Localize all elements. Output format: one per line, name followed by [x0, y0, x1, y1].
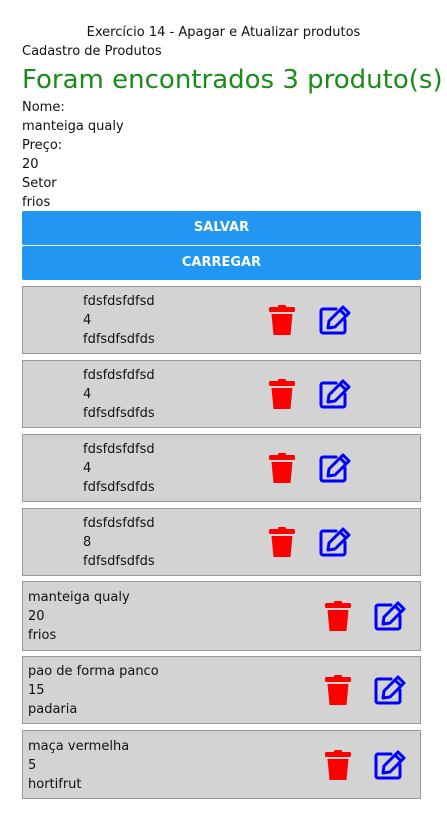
product-info: fdsfdsfdfsd 4 fdfsdfsdfds — [83, 292, 155, 349]
trash-icon[interactable] — [325, 675, 351, 705]
product-card: fdsfdsfdfsd 4 fdfsdfsdfds — [22, 286, 421, 354]
product-card: pao de forma panco 15 padaria — [22, 656, 421, 724]
name-value: manteiga qualy — [22, 119, 124, 134]
product-sector: hortifrut — [28, 776, 82, 792]
product-price: 4 — [83, 387, 92, 402]
product-sector: padaria — [28, 702, 78, 717]
product-info: fdsfdsfdfsd 4 fdfsdfsdfds — [83, 440, 155, 497]
product-price: 4 — [83, 461, 92, 476]
product-card: manteiga qualy 20 frios — [22, 581, 421, 651]
trash-icon[interactable] — [269, 453, 295, 483]
load-button[interactable]: CARREGAR — [22, 246, 421, 280]
product-info: fdsfdsfdfsd 4 fdfsdfsdfds — [83, 366, 155, 423]
product-price: 20 — [28, 609, 45, 624]
price-label: Preço: — [22, 138, 63, 153]
product-name: manteiga qualy — [28, 590, 130, 605]
product-name: maça vermelha — [28, 738, 130, 754]
product-info: manteiga qualy 20 frios — [28, 588, 130, 645]
product-sector: fdfsdfsdfds — [83, 406, 155, 421]
edit-icon[interactable] — [374, 601, 406, 631]
product-price: 8 — [83, 535, 92, 550]
product-name: fdsfdsfdfsd — [83, 294, 155, 309]
name-label: Nome: — [22, 100, 65, 115]
edit-icon[interactable] — [374, 675, 406, 705]
product-sector: fdfsdfsdfds — [83, 332, 155, 347]
price-value: 20 — [22, 157, 39, 172]
product-card: fdsfdsfdfsd 4 fdfsdfsdfds — [22, 360, 421, 428]
product-info: maça vermelha 5 hortifrut — [28, 737, 129, 794]
product-name: pao de forma panco — [28, 664, 159, 679]
product-card: fdsfdsfdfsd 8 fdfsdfsdfds — [22, 508, 421, 576]
trash-icon[interactable] — [269, 527, 295, 557]
trash-icon[interactable] — [325, 601, 351, 631]
product-sector: fdfsdfsdfds — [83, 480, 155, 495]
product-price: 4 — [83, 313, 92, 328]
product-price: 15 — [28, 683, 45, 698]
product-price: 5 — [28, 757, 37, 773]
trash-icon[interactable] — [325, 749, 351, 780]
product-card: fdsfdsfdfsd 4 fdfsdfsdfds — [22, 434, 421, 502]
product-sector: fdfsdfsdfds — [83, 554, 155, 569]
edit-icon[interactable] — [319, 379, 351, 409]
product-card: maça vermelha 5 hortifrut — [22, 730, 421, 799]
product-sector: frios — [28, 628, 57, 643]
sector-value: frios — [22, 195, 51, 210]
trash-icon[interactable] — [269, 305, 295, 335]
result-heading: Foram encontrados 3 produto(s) — [22, 65, 443, 95]
edit-icon[interactable] — [374, 750, 406, 780]
product-name: fdsfdsfdfsd — [83, 442, 155, 457]
edit-icon[interactable] — [319, 527, 351, 557]
save-button[interactable]: SALVAR — [22, 211, 421, 245]
page-title: Exercício 14 - Apagar e Atualizar produt… — [86, 25, 361, 40]
sector-label: Setor — [22, 176, 57, 191]
edit-icon[interactable] — [319, 453, 351, 483]
trash-icon[interactable] — [269, 379, 295, 409]
edit-icon[interactable] — [319, 305, 351, 335]
product-info: pao de forma panco 15 padaria — [28, 662, 159, 719]
section-title: Cadastro de Produtos — [22, 44, 162, 59]
product-info: fdsfdsfdfsd 8 fdfsdfsdfds — [83, 514, 155, 571]
product-name: fdsfdsfdfsd — [83, 368, 155, 383]
product-name: fdsfdsfdfsd — [83, 516, 155, 531]
